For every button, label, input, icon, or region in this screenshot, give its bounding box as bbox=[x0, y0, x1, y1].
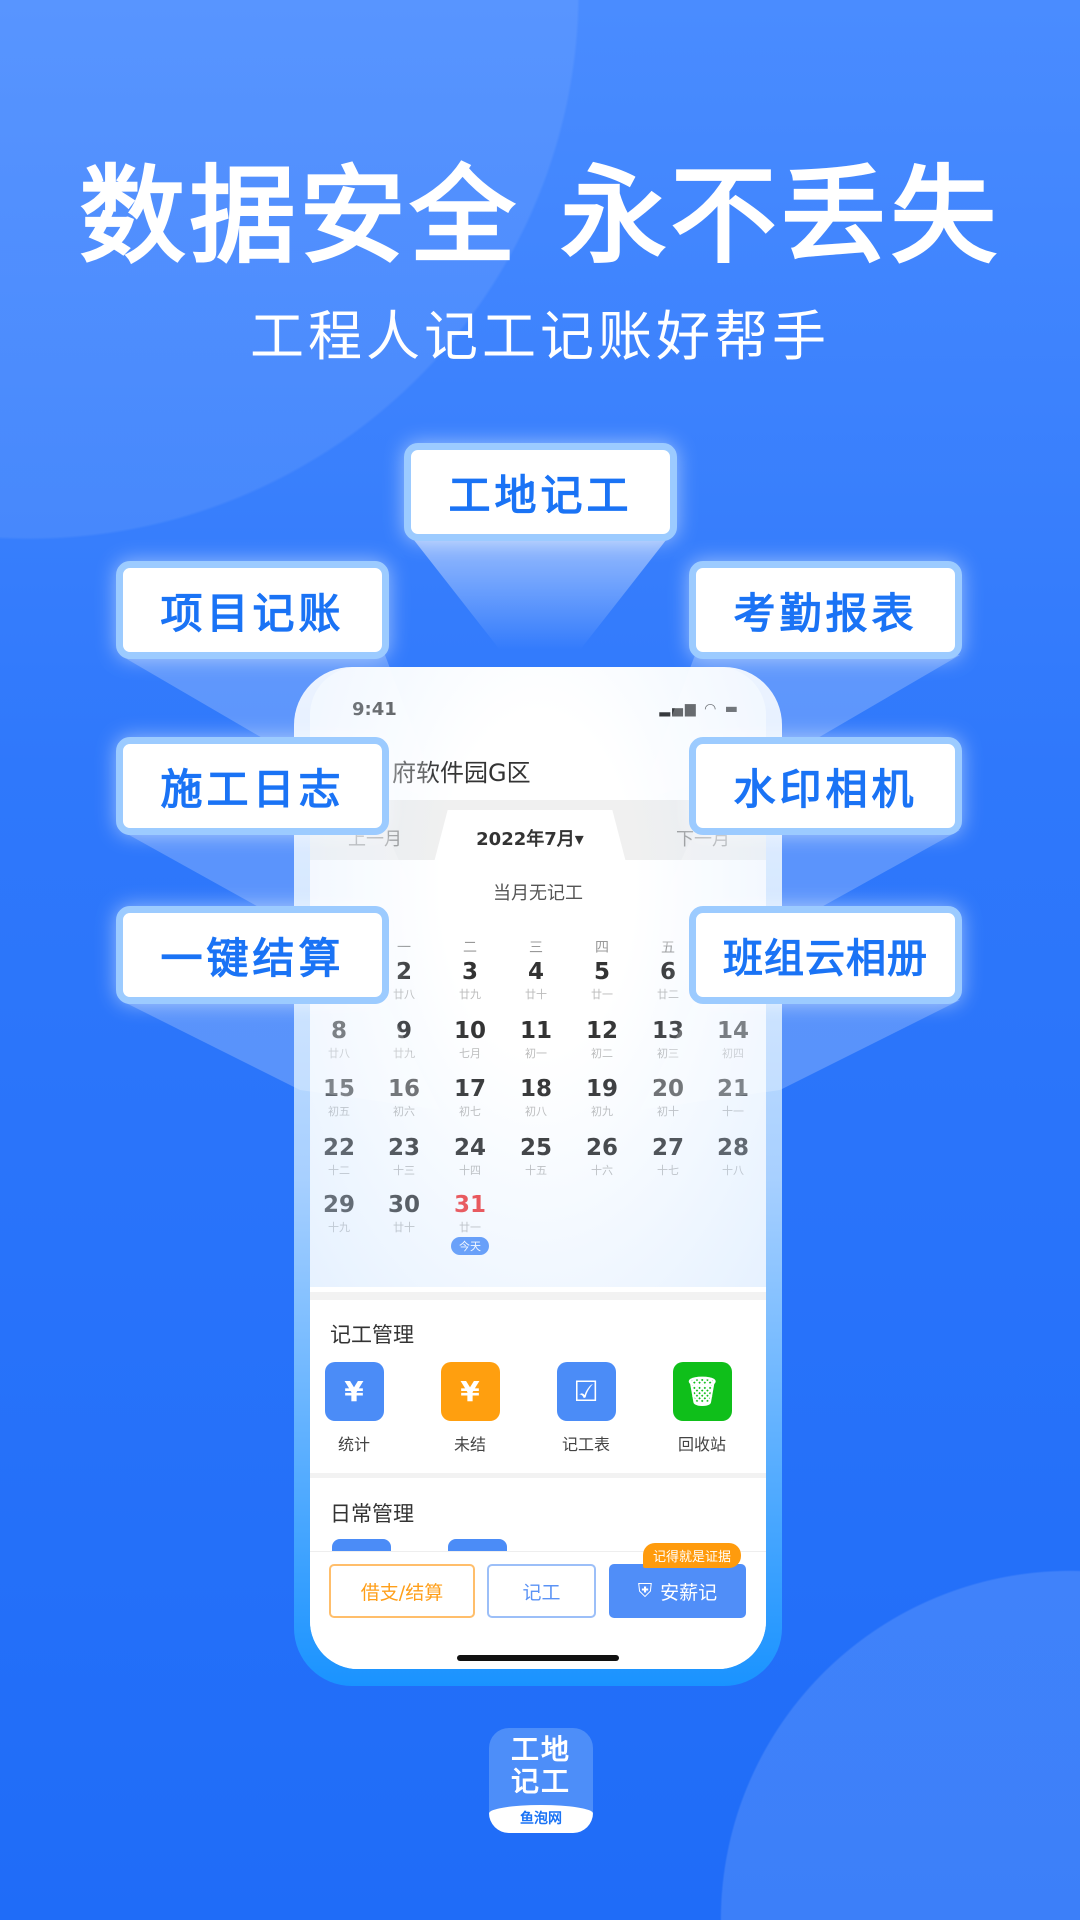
feature-label-site-record: 工地记工 bbox=[404, 443, 677, 541]
logo-text: 记工 bbox=[510, 1765, 571, 1798]
logo-text: 工地 bbox=[510, 1733, 571, 1766]
beam bbox=[410, 535, 670, 650]
feature-label-team-album: 班组云相册 bbox=[689, 906, 962, 1004]
feature-label-project-accounting: 项目记账 bbox=[116, 561, 389, 659]
logo-brand: 鱼泡网 bbox=[489, 1805, 593, 1833]
feature-label-one-click-settle: 一键结算 bbox=[116, 906, 389, 1004]
feature-label-watermark-camera: 水印相机 bbox=[689, 737, 962, 835]
beam bbox=[120, 1000, 440, 1110]
beam bbox=[640, 1000, 960, 1110]
feature-label-attendance-report: 考勤报表 bbox=[689, 561, 962, 659]
feature-label-construction-log: 施工日志 bbox=[116, 737, 389, 835]
app-logo: 工地 记工 鱼泡网 bbox=[489, 1728, 593, 1833]
